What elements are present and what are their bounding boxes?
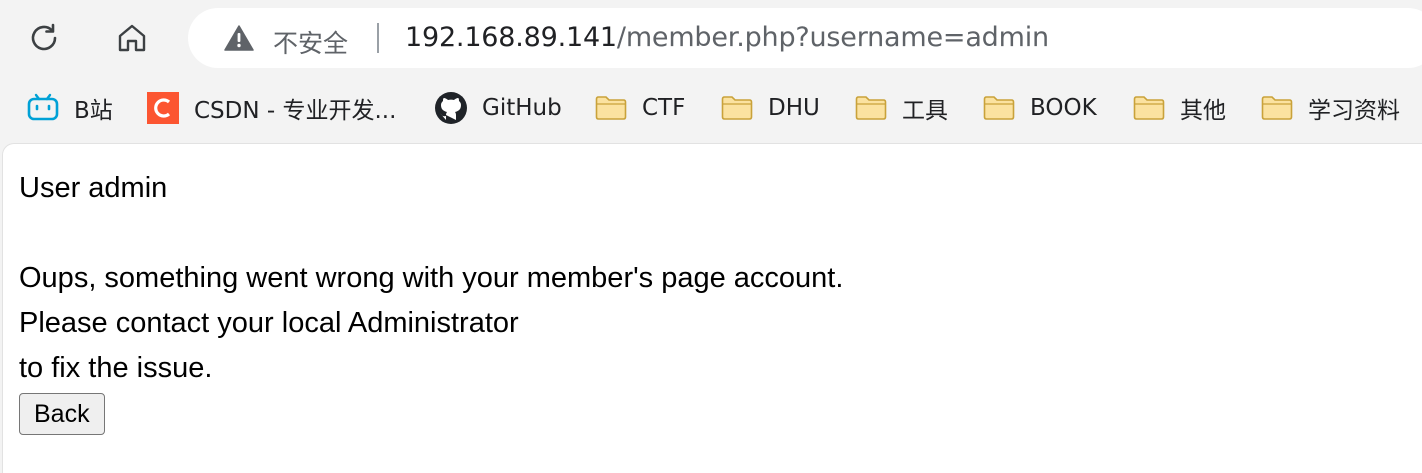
folder-icon: [982, 91, 1016, 125]
bookmark-label: GitHub: [482, 95, 562, 121]
csdn-icon: [146, 91, 180, 125]
home-icon: [118, 24, 146, 52]
bookmarks-bar: B站 CSDN - 专业开发... GitHub CTF DHU 工具 BOOK…: [0, 84, 1422, 134]
back-button[interactable]: Back: [19, 393, 105, 435]
bookmark-folder-tools[interactable]: 工具: [854, 84, 948, 132]
security-status-label[interactable]: 不安全: [273, 24, 348, 60]
bookmark-folder-ctf[interactable]: CTF: [594, 84, 685, 132]
reload-icon: [31, 23, 57, 51]
bookmark-folder-study[interactable]: 学习资料: [1260, 84, 1400, 132]
bookmark-folder-book[interactable]: BOOK: [982, 84, 1097, 132]
bookmark-folder-dhu[interactable]: DHU: [720, 84, 820, 132]
url-text[interactable]: 192.168.89.141/member.php?username=admin: [405, 22, 1049, 53]
error-message-line: Oups, something went wrong with your mem…: [19, 262, 844, 294]
bookmark-label: 工具: [902, 98, 948, 124]
warning-triangle-icon[interactable]: [224, 25, 254, 51]
github-icon: [434, 91, 468, 125]
folder-icon: [854, 91, 888, 125]
folder-icon: [594, 91, 628, 125]
address-divider: [377, 23, 379, 53]
home-button[interactable]: [112, 18, 152, 58]
bookmark-bilibili[interactable]: B站: [26, 84, 113, 132]
reload-button[interactable]: [24, 18, 64, 58]
page-content: User admin Oups, something went wrong wi…: [2, 143, 1422, 473]
address-bar[interactable]: 不安全 192.168.89.141/member.php?username=a…: [188, 8, 1422, 68]
browser-chrome: 不安全 192.168.89.141/member.php?username=a…: [0, 0, 1422, 143]
bookmark-label: CTF: [642, 95, 686, 121]
url-path: /member.php?username=admin: [616, 22, 1049, 53]
folder-icon: [1260, 91, 1294, 125]
bookmark-label: 其他: [1180, 98, 1226, 124]
folder-icon: [720, 91, 754, 125]
bookmark-label: DHU: [768, 95, 820, 121]
bookmark-github[interactable]: GitHub: [434, 84, 562, 132]
bookmark-csdn[interactable]: CSDN - 专业开发...: [146, 84, 396, 132]
error-message-line: Please contact your local Administrator: [19, 307, 519, 339]
error-message-line: to fix the issue.: [19, 352, 213, 384]
page-heading: User admin: [19, 172, 168, 204]
folder-icon: [1132, 91, 1166, 125]
bookmark-label: B站: [74, 98, 113, 124]
bookmark-folder-other[interactable]: 其他: [1132, 84, 1226, 132]
bookmark-label: BOOK: [1030, 95, 1097, 121]
bilibili-icon: [26, 91, 60, 125]
bookmark-label: 学习资料: [1308, 98, 1400, 124]
bookmark-label: CSDN - 专业开发...: [194, 98, 397, 124]
url-host: 192.168.89.141: [405, 22, 617, 53]
